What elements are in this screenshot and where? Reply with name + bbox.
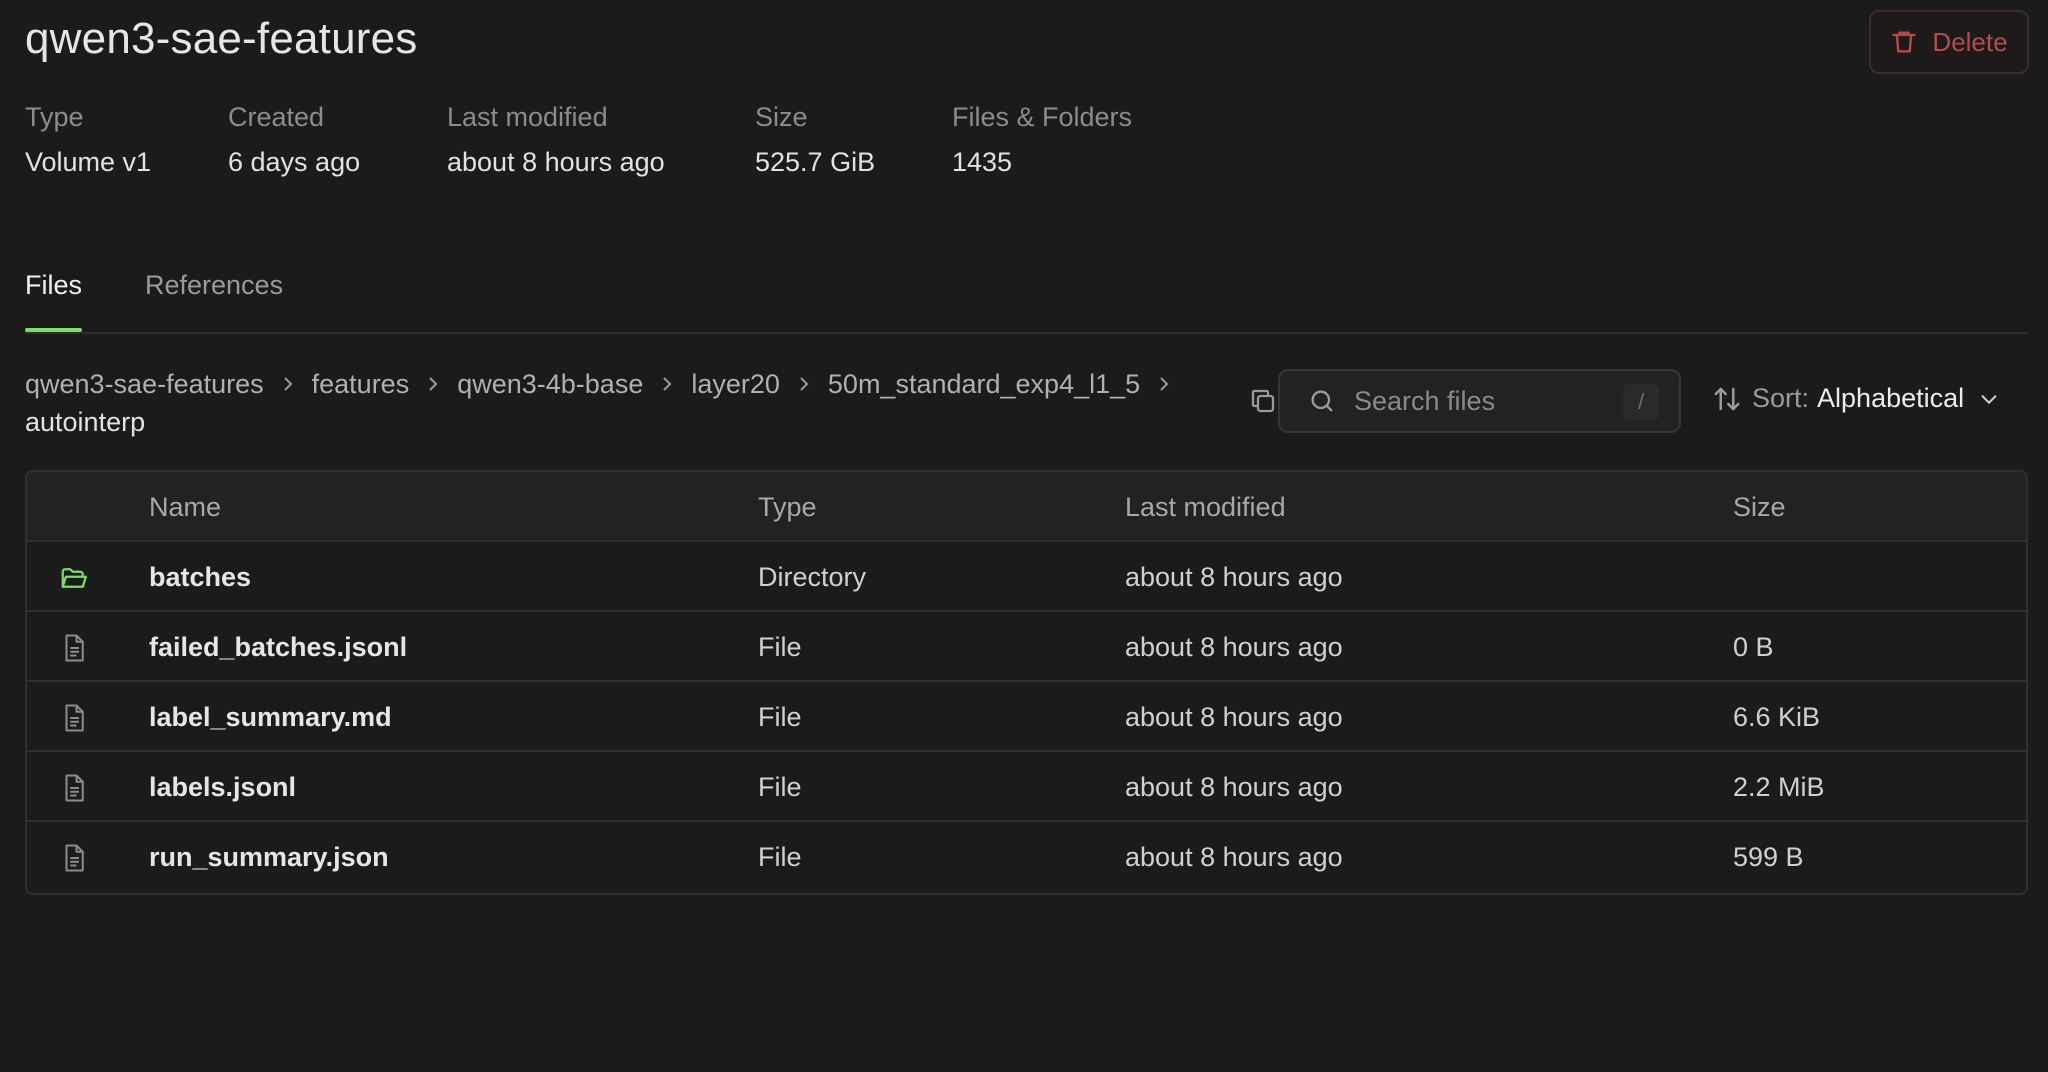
delete-button[interactable]: Delete bbox=[1869, 10, 2029, 74]
file-size: 6.6 KiB bbox=[1733, 702, 1821, 732]
file-modified: about 8 hours ago bbox=[1125, 562, 1343, 592]
file-type: File bbox=[758, 772, 802, 802]
meta-value: 525.7 GiB bbox=[755, 147, 876, 177]
chevron-right-icon bbox=[796, 376, 812, 392]
trash-icon bbox=[1892, 31, 1917, 53]
search-icon bbox=[1311, 390, 1333, 412]
file-icon bbox=[65, 704, 84, 732]
file-name[interactable]: run_summary.json bbox=[149, 842, 389, 873]
meta-value: 6 days ago bbox=[228, 147, 361, 177]
file-icon bbox=[65, 844, 84, 872]
column-header-type[interactable]: Type bbox=[758, 492, 817, 523]
table-row[interactable]: label_summary.md File about 8 hours ago … bbox=[27, 682, 2026, 752]
volume-page: qwen3-sae-features Delete Type Volume v1… bbox=[0, 0, 2048, 1072]
chevron-right-icon bbox=[1156, 376, 1172, 392]
meta-value: about 8 hours ago bbox=[447, 147, 665, 177]
tab-bar: Files References bbox=[25, 268, 2028, 334]
tab-references[interactable]: References bbox=[145, 270, 283, 329]
file-size: 2.2 MiB bbox=[1733, 772, 1825, 802]
meta-created: Created 6 days ago bbox=[228, 102, 360, 178]
file-modified: about 8 hours ago bbox=[1125, 702, 1343, 732]
meta-value: 1435 bbox=[952, 147, 1013, 177]
sort-dropdown[interactable]: Sort: Alphabetical bbox=[1712, 383, 2000, 414]
sort-arrows-icon bbox=[1714, 387, 1740, 410]
table-row[interactable]: failed_batches.jsonl File about 8 hours … bbox=[27, 612, 2026, 682]
file-table: Name Type Last modified Size batches Dir… bbox=[25, 470, 2028, 895]
file-type: File bbox=[758, 842, 802, 872]
delete-button-label: Delete bbox=[1932, 26, 2008, 57]
breadcrumb-item[interactable]: qwen3-4b-base bbox=[457, 365, 643, 403]
table-row[interactable]: batches Directory about 8 hours ago bbox=[27, 542, 2026, 612]
breadcrumb: qwen3-sae-features features qwen3-4b-bas… bbox=[25, 365, 1210, 441]
breadcrumb-item[interactable]: qwen3-sae-features bbox=[25, 365, 264, 403]
column-header-last-modified[interactable]: Last modified bbox=[1125, 492, 1286, 523]
page-title: qwen3-sae-features bbox=[25, 14, 418, 63]
meta-value: Volume v1 bbox=[25, 147, 152, 177]
sort-value: Alphabetical bbox=[1817, 383, 1965, 413]
table-row[interactable]: labels.jsonl File about 8 hours ago 2.2 … bbox=[27, 752, 2026, 822]
file-icon bbox=[65, 634, 84, 662]
file-size: 599 B bbox=[1733, 842, 1804, 872]
file-size: 0 B bbox=[1733, 632, 1774, 662]
meta-label: Last modified bbox=[447, 102, 608, 132]
breadcrumb-current: autointerp bbox=[25, 407, 146, 437]
meta-label: Files & Folders bbox=[952, 102, 1133, 132]
file-modified: about 8 hours ago bbox=[1125, 772, 1343, 802]
sort-label: Sort: bbox=[1752, 383, 1810, 413]
file-type: File bbox=[758, 632, 802, 662]
tab-files[interactable]: Files bbox=[25, 270, 83, 332]
copy-path-icon[interactable] bbox=[1248, 386, 1278, 416]
search-shortcut-hint: / bbox=[1623, 384, 1659, 420]
search-input[interactable] bbox=[1354, 385, 1604, 417]
file-name[interactable]: label_summary.md bbox=[149, 702, 392, 733]
chevron-right-icon bbox=[425, 376, 441, 392]
meta-label: Type bbox=[25, 102, 84, 132]
search-box[interactable]: / bbox=[1278, 369, 1681, 433]
column-header-size[interactable]: Size bbox=[1733, 492, 1786, 523]
meta-type: Type Volume v1 bbox=[25, 102, 151, 178]
folder-icon bbox=[61, 568, 87, 588]
breadcrumb-item[interactable]: features bbox=[312, 365, 410, 403]
file-icon bbox=[65, 774, 84, 802]
meta-label: Created bbox=[228, 102, 325, 132]
meta-label: Size bbox=[755, 102, 808, 132]
table-header: Name Type Last modified Size bbox=[27, 472, 2026, 542]
column-header-name[interactable]: Name bbox=[149, 492, 221, 523]
chevron-right-icon bbox=[280, 376, 296, 392]
file-type: Directory bbox=[758, 562, 867, 592]
file-modified: about 8 hours ago bbox=[1125, 632, 1343, 662]
file-name[interactable]: batches bbox=[149, 562, 251, 593]
file-name[interactable]: failed_batches.jsonl bbox=[149, 632, 407, 663]
meta-last-modified: Last modified about 8 hours ago bbox=[447, 102, 665, 178]
breadcrumb-item[interactable]: layer20 bbox=[691, 365, 780, 403]
breadcrumb-item[interactable]: 50m_standard_exp4_l1_5 bbox=[828, 365, 1140, 403]
meta-files-folders: Files & Folders 1435 bbox=[952, 102, 1132, 178]
file-modified: about 8 hours ago bbox=[1125, 842, 1343, 872]
chevron-down-icon bbox=[1981, 394, 1997, 404]
file-type: File bbox=[758, 702, 802, 732]
chevron-right-icon bbox=[659, 376, 675, 392]
meta-size: Size 525.7 GiB bbox=[755, 102, 875, 178]
file-name[interactable]: labels.jsonl bbox=[149, 772, 296, 803]
table-row[interactable]: run_summary.json File about 8 hours ago … bbox=[27, 822, 2026, 892]
